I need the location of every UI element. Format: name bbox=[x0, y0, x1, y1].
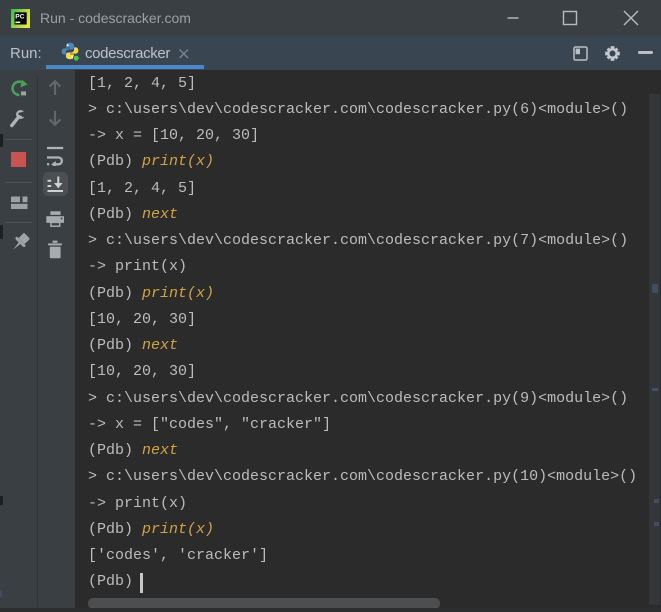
svg-text:PC: PC bbox=[15, 14, 24, 21]
